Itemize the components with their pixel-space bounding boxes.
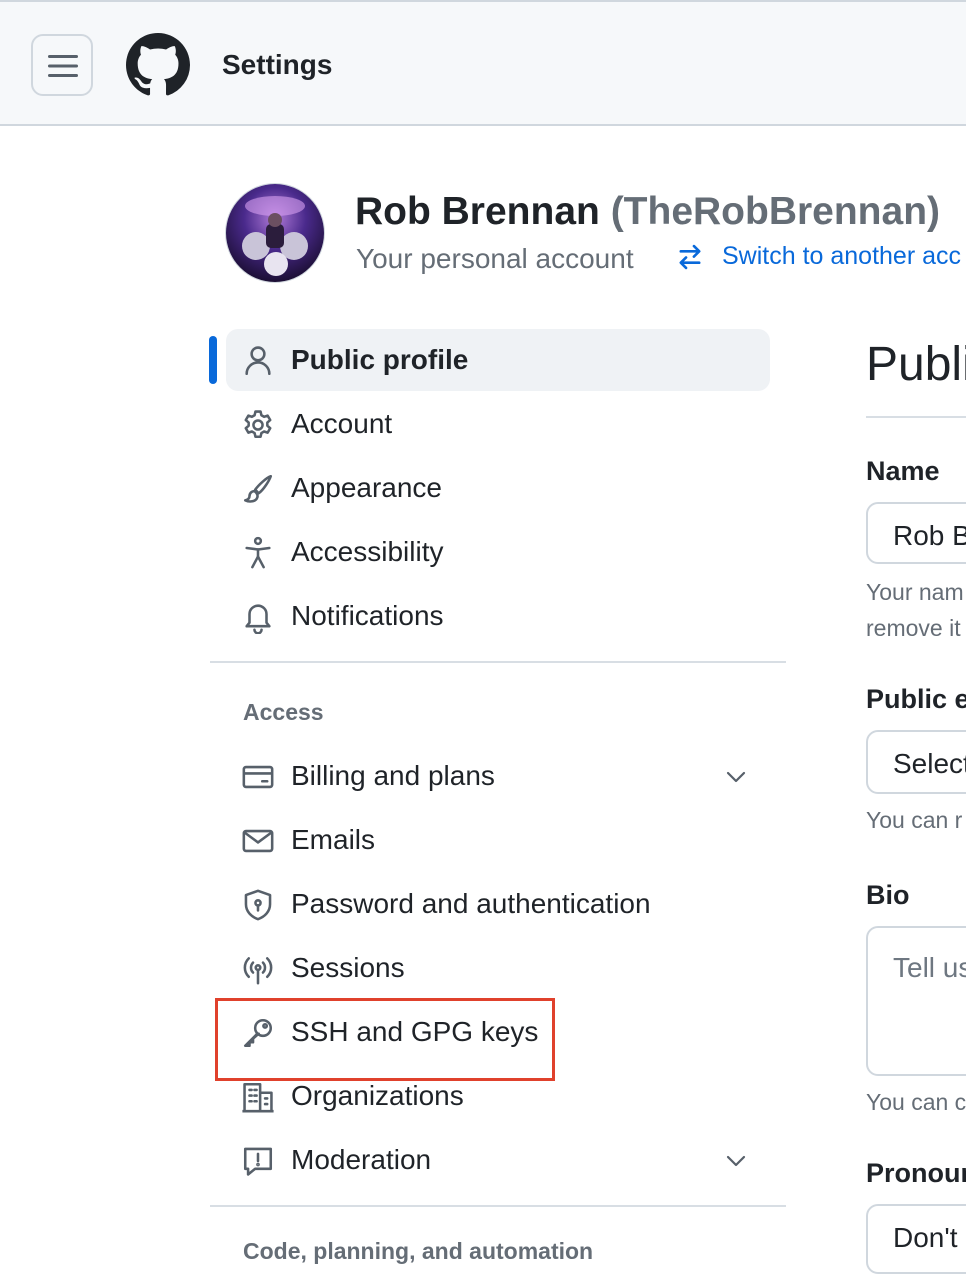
switch-account-link[interactable]: Switch to another acc xyxy=(722,242,961,271)
gear-icon xyxy=(244,410,272,439)
sidebar-divider xyxy=(210,661,786,663)
bio-note: You can c xyxy=(866,1089,966,1115)
public-email-note: You can r xyxy=(866,807,963,833)
shield-lock-icon xyxy=(244,889,272,921)
sidebar-group-heading-code: Code, planning, and automation xyxy=(243,1238,594,1264)
sidebar-item-label: Emails xyxy=(291,824,376,855)
sidebar-item-label: Accessibility xyxy=(291,536,444,567)
arrow-switch-icon[interactable] xyxy=(676,243,704,271)
title-divider xyxy=(866,416,966,418)
bio-label: Bio xyxy=(866,880,910,910)
avatar[interactable] xyxy=(225,183,325,283)
public-email-select[interactable]: Select xyxy=(866,730,966,794)
bell-icon xyxy=(245,604,271,634)
name-note-line-2: remove it xyxy=(866,615,961,641)
sidebar-item-accessibility[interactable]: Accessibility xyxy=(226,521,770,583)
name-note-line-1: Your nam xyxy=(866,579,964,605)
sidebar-item-public-profile[interactable]: Public profile xyxy=(226,329,770,391)
top-header: Settings xyxy=(0,0,966,126)
accessibility-icon xyxy=(245,536,271,569)
mail-icon xyxy=(242,829,274,853)
pronouns-label: Pronour xyxy=(866,1158,966,1188)
account-subtitle: Your personal account xyxy=(356,243,634,274)
sidebar-item-password-auth[interactable]: Password and authentication xyxy=(226,873,770,935)
person-icon xyxy=(245,346,271,376)
sidebar-item-appearance[interactable]: Appearance xyxy=(226,457,770,519)
sidebar-group-heading-access: Access xyxy=(243,699,324,725)
highlight-annotation-box xyxy=(215,998,555,1081)
sidebar-item-label: Notifications xyxy=(291,600,444,631)
sidebar-item-label: Billing and plans xyxy=(291,760,495,791)
avatar-image xyxy=(226,184,324,282)
name-field-value: Rob B xyxy=(893,520,966,551)
credit-card-icon xyxy=(242,765,274,789)
sidebar-item-sessions[interactable]: Sessions xyxy=(226,937,770,999)
active-nav-indicator xyxy=(209,336,217,384)
hamburger-icon xyxy=(48,55,78,77)
user-full-name: Rob Brennan (TheRobBrennan) xyxy=(355,190,940,234)
sidebar-divider xyxy=(210,1205,786,1207)
sidebar-item-label: Account xyxy=(291,408,393,439)
chevron-down-icon[interactable] xyxy=(724,1149,748,1173)
sidebar-item-label: Organizations xyxy=(291,1080,464,1111)
sidebar-item-label: Appearance xyxy=(291,472,443,503)
bio-placeholder: Tell us xyxy=(893,952,966,983)
paintbrush-icon xyxy=(243,474,273,503)
pronouns-select[interactable]: Don't xyxy=(866,1204,966,1274)
sidebar-item-emails[interactable]: Emails xyxy=(226,809,770,871)
user-login: (TheRobBrennan) xyxy=(610,190,940,233)
organization-icon xyxy=(242,1082,274,1113)
sidebar-item-moderation[interactable]: Moderation xyxy=(226,1129,770,1191)
sidebar-item-label: Sessions xyxy=(291,952,405,983)
header-title: Settings xyxy=(222,49,333,80)
sidebar-item-label: Public profile xyxy=(291,344,469,375)
sidebar-item-account[interactable]: Account xyxy=(226,393,770,455)
sidebar-item-notifications[interactable]: Notifications xyxy=(226,585,770,647)
name-label: Name xyxy=(866,456,940,486)
bio-textarea[interactable]: Tell us xyxy=(866,926,966,1076)
pronouns-select-value: Don't xyxy=(893,1222,958,1253)
sidebar-item-label: Password and authentication xyxy=(291,888,651,919)
sidebar-item-billing[interactable]: Billing and plans xyxy=(226,745,770,807)
menu-button[interactable] xyxy=(31,34,93,96)
user-name-text: Rob Brennan xyxy=(355,190,600,233)
public-email-select-value: Select xyxy=(893,748,966,779)
sidebar-item-label: Moderation xyxy=(291,1144,432,1175)
public-email-label: Public e xyxy=(866,684,966,714)
page-title: Publi xyxy=(866,338,966,391)
github-logo-icon[interactable] xyxy=(126,33,190,97)
broadcast-icon xyxy=(243,957,273,985)
chevron-down-icon[interactable] xyxy=(724,765,748,789)
name-field[interactable]: Rob B xyxy=(866,502,966,564)
report-icon xyxy=(243,1147,273,1176)
